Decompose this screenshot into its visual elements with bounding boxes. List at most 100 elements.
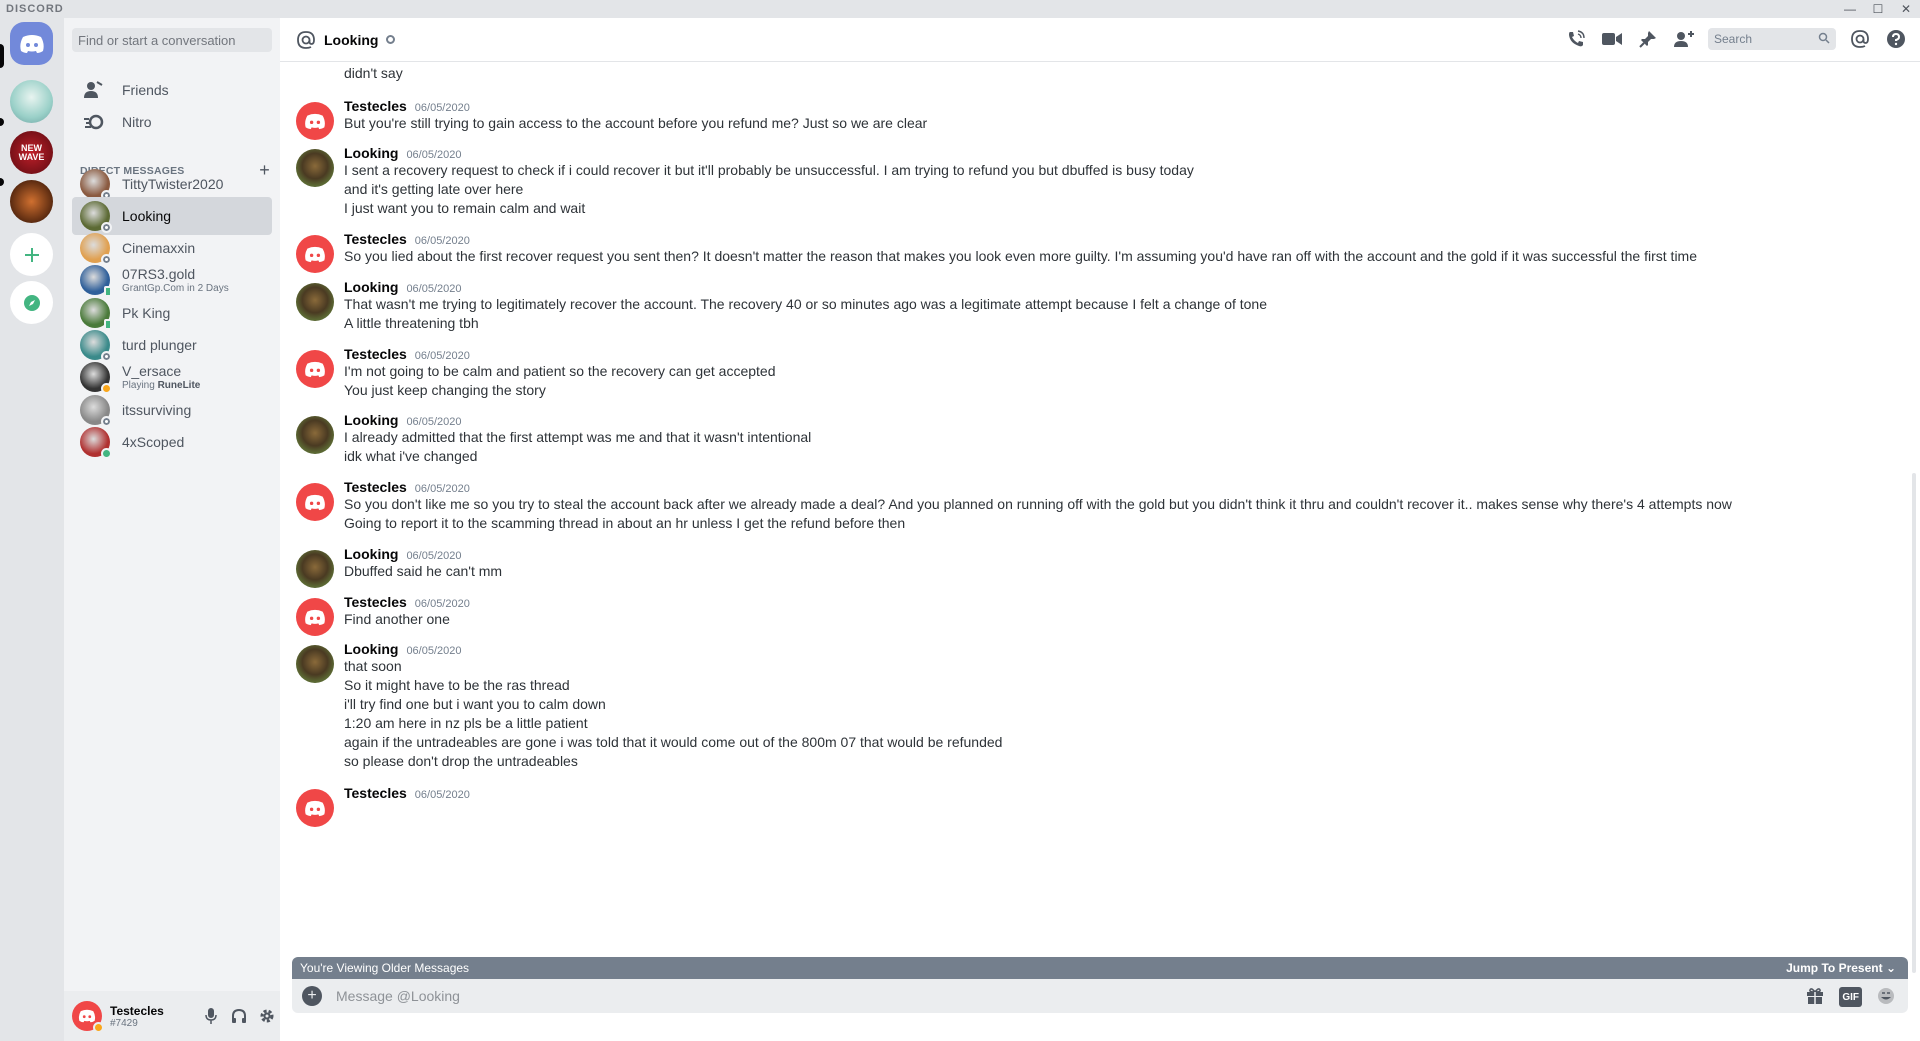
- dm-item-text: turd plunger: [122, 337, 197, 353]
- message-group[interactable]: Testecles 06/05/2020 So you lied about the…: [296, 231, 1896, 273]
- gif-button[interactable]: GIF: [1839, 987, 1862, 1007]
- message-timestamp: 06/05/2020: [414, 598, 470, 610]
- message-author[interactable]: Testecles: [344, 231, 407, 247]
- gift-button[interactable]: [1803, 985, 1827, 1007]
- message-input[interactable]: Message @Looking: [336, 988, 460, 1004]
- dm-item[interactable]: 4xScoped: [72, 423, 272, 461]
- message-header: Testecles 06/05/2020: [344, 346, 470, 362]
- user-status-indicator: [93, 1022, 104, 1033]
- gift-icon: [1807, 988, 1824, 1004]
- add-friend-to-dm-button[interactable]: [1672, 27, 1696, 51]
- minimize-button[interactable]: —: [1836, 0, 1864, 18]
- message-author[interactable]: Looking: [344, 546, 398, 562]
- server-icon-new-wave[interactable]: NEW WAVE: [10, 131, 53, 174]
- dm-item-name: turd plunger: [122, 337, 197, 353]
- microphone-icon: [205, 1008, 217, 1024]
- message-group[interactable]: Testecles 06/05/2020 So you don't like me …: [296, 479, 1896, 539]
- message-group[interactable]: Looking 06/05/2020 I sent a recovery reque…: [296, 145, 1896, 224]
- message-avatar[interactable]: [296, 235, 334, 273]
- message-line: so please don't drop the untradeables: [344, 753, 578, 769]
- message-author[interactable]: Testecles: [344, 346, 407, 362]
- avatar: [80, 330, 112, 362]
- message-author[interactable]: Testecles: [344, 594, 407, 610]
- message-avatar[interactable]: [296, 550, 334, 588]
- emoji-button[interactable]: [1874, 985, 1898, 1007]
- dm-item-text: V_ersace Playing RuneLite: [122, 363, 200, 391]
- search-icon: [1818, 32, 1830, 47]
- message-group[interactable]: Looking 06/05/2020 I already admitted that…: [296, 412, 1896, 472]
- user-tag: #7429: [110, 1017, 138, 1029]
- header-search-input[interactable]: Search: [1708, 28, 1836, 50]
- message-list[interactable]: didn't say Testecles 06/05/2020 But you're…: [280, 63, 1920, 978]
- message-group[interactable]: Looking 06/05/2020 That wasn't me trying t…: [296, 279, 1896, 339]
- help-button[interactable]: [1884, 27, 1908, 51]
- message-avatar[interactable]: [296, 416, 334, 454]
- message-avatar[interactable]: [296, 645, 334, 683]
- user-avatar[interactable]: [72, 1001, 104, 1033]
- message-group[interactable]: Looking 06/05/2020 Dbuffed said he can't m…: [296, 546, 1896, 588]
- avatar: [80, 362, 112, 394]
- message-author[interactable]: Looking: [344, 641, 398, 657]
- nitro-nav-item[interactable]: Nitro: [72, 102, 272, 142]
- message-group[interactable]: Looking 06/05/2020 that soon So it might ha…: [296, 641, 1896, 777]
- video-call-button[interactable]: [1600, 27, 1624, 51]
- message-author[interactable]: Testecles: [344, 785, 407, 801]
- find-conversation-input[interactable]: Find or start a conversation: [72, 28, 272, 52]
- message-avatar[interactable]: [296, 149, 334, 187]
- friends-label: Friends: [122, 82, 169, 98]
- message-avatar[interactable]: [296, 789, 334, 827]
- message-line: Find another one: [344, 611, 450, 627]
- message-scrollbar[interactable]: [1912, 473, 1916, 973]
- message-author[interactable]: Looking: [344, 412, 398, 428]
- dm-item-name: 4xScoped: [122, 434, 185, 450]
- maximize-button[interactable]: ☐: [1864, 0, 1892, 18]
- message-avatar[interactable]: [296, 483, 334, 521]
- pin-icon: [1639, 31, 1656, 48]
- user-identity: Testecles #7429: [110, 1004, 194, 1029]
- message-timestamp: 06/05/2020: [414, 102, 470, 114]
- server-icon-1[interactable]: [10, 80, 53, 123]
- server-icon-3[interactable]: [10, 180, 53, 223]
- message-group[interactable]: Testecles 06/05/2020 I'm not going to be c…: [296, 346, 1896, 406]
- message-line: that soon: [344, 658, 402, 674]
- composer-tools: GIF: [1803, 985, 1898, 1007]
- message-line: You just keep changing the story: [344, 382, 546, 398]
- emoji-icon: [1878, 988, 1894, 1004]
- deafen-button[interactable]: [228, 1005, 250, 1027]
- server-list: NEW WAVE: [0, 18, 64, 1041]
- compass-icon: [23, 294, 40, 311]
- message-author[interactable]: Looking: [344, 279, 398, 295]
- dm-item-text: 07RS3.gold GrantGp.Com in 2 Days: [122, 266, 229, 294]
- message-avatar[interactable]: [296, 283, 334, 321]
- message-author[interactable]: Looking: [344, 145, 398, 161]
- message-group[interactable]: Testecles 06/05/2020 But you're still tryi…: [296, 98, 1896, 140]
- voice-call-button[interactable]: [1564, 27, 1588, 51]
- jump-to-present-button[interactable]: Jump To Present ⌄: [1786, 961, 1896, 975]
- message-author[interactable]: Testecles: [344, 98, 407, 114]
- upload-button[interactable]: +: [302, 986, 322, 1006]
- help-icon: [1887, 30, 1905, 48]
- message-timestamp: 06/05/2020: [406, 645, 462, 657]
- message-group[interactable]: Testecles 06/05/2020 Find another one: [296, 594, 1896, 636]
- pinned-messages-button[interactable]: [1636, 27, 1660, 51]
- plus-icon: [24, 247, 39, 262]
- at-mention-icon: [1851, 30, 1869, 48]
- message-avatar[interactable]: [296, 598, 334, 636]
- add-server-button[interactable]: [10, 233, 53, 276]
- avatar: [80, 395, 112, 427]
- explore-servers-button[interactable]: [10, 281, 53, 324]
- mute-button[interactable]: [200, 1005, 222, 1027]
- message-timestamp: 06/05/2020: [414, 235, 470, 247]
- nitro-icon: [82, 110, 106, 134]
- home-button[interactable]: [10, 22, 53, 65]
- message-avatar[interactable]: [296, 350, 334, 388]
- mentions-button[interactable]: [1848, 27, 1872, 51]
- close-button[interactable]: ✕: [1892, 0, 1920, 18]
- selected-indicator: [0, 44, 4, 68]
- message-group[interactable]: Testecles 06/05/2020: [296, 785, 1896, 827]
- older-messages-label: You're Viewing Older Messages: [300, 961, 470, 975]
- message-author[interactable]: Testecles: [344, 479, 407, 495]
- message-line: Dbuffed said he can't mm: [344, 563, 503, 579]
- user-settings-button[interactable]: [256, 1005, 278, 1027]
- message-avatar[interactable]: [296, 102, 334, 140]
